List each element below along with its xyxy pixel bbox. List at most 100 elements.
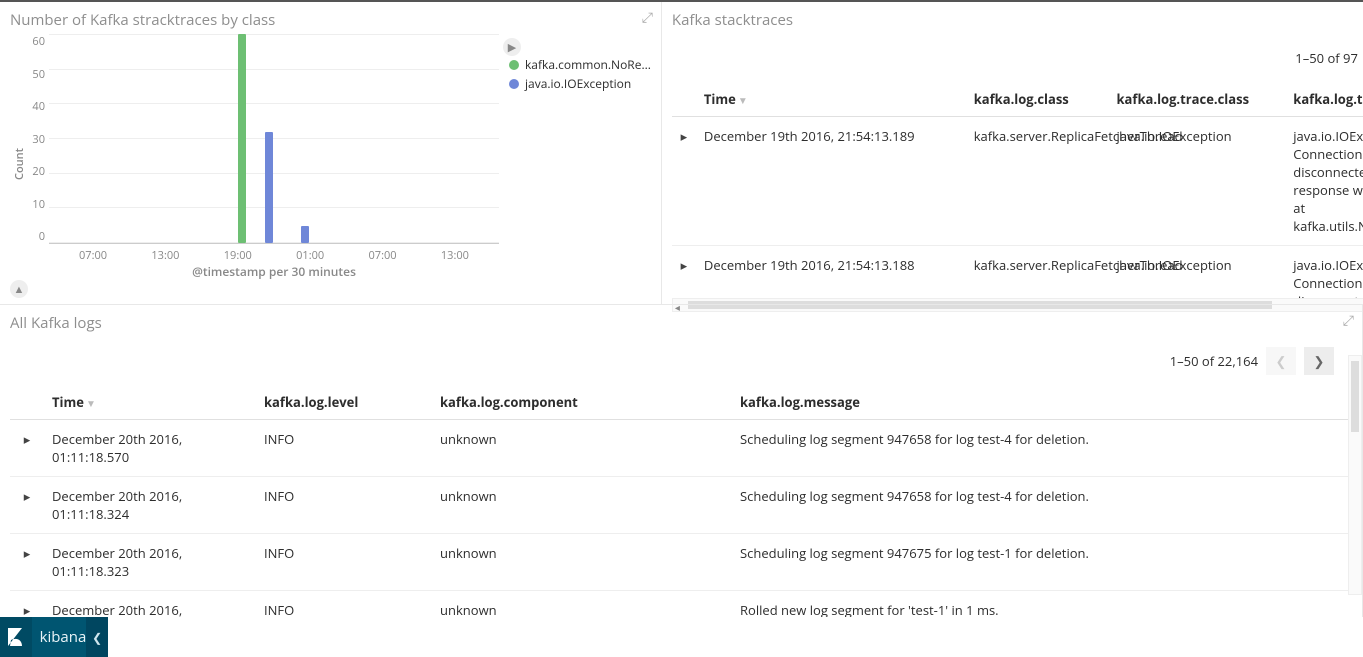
logs-table: Time▼ kafka.log.level kafka.log.componen…	[10, 385, 1352, 617]
cell-class: kafka.server.ReplicaFetcherThread	[966, 117, 1109, 246]
cell-time: December 20th 2016, 01:11:18.324	[44, 477, 256, 534]
pager-label: 1–50 of 97	[1295, 49, 1358, 67]
footer-chevron-icon[interactable]: ❮	[86, 617, 108, 657]
table-row[interactable]: ▸December 20th 2016, 01:11:18.570INFOunk…	[10, 420, 1352, 477]
row-expand-icon[interactable]: ▸	[10, 591, 44, 618]
cell-component: unknown	[432, 420, 732, 477]
cell-component: unknown	[432, 591, 732, 618]
sort-caret-icon: ▼	[738, 93, 748, 107]
cell-trace-class: java.io.IOException	[1109, 246, 1286, 299]
legend-label: java.io.IOException	[525, 75, 631, 92]
xtick: 07:00	[369, 248, 397, 263]
ytick: 30	[29, 132, 45, 147]
column-header-time[interactable]: Time▼	[44, 385, 256, 420]
cell-trace-full: java.io.IOException: Connection to 0 was…	[1285, 117, 1363, 246]
chart-legend: ▶ kafka.common.NoRe... java.io.IOExcepti…	[499, 34, 651, 294]
ytick: 60	[29, 34, 45, 49]
table-row[interactable]: ▸December 20th 2016, 01:11:11.219INFOunk…	[10, 591, 1352, 618]
ytick: 10	[29, 197, 45, 212]
chart-bar[interactable]	[238, 34, 246, 243]
ytick: 0	[29, 229, 45, 244]
logs-panel-title: All Kafka logs	[10, 313, 1352, 333]
logs-pager: 1–50 of 22,164 ❮ ❯	[10, 337, 1352, 385]
cell-class: kafka.server.ReplicaFetcherThread	[966, 246, 1109, 299]
cell-time: December 20th 2016, 01:11:18.323	[44, 534, 256, 591]
ytick: 20	[29, 164, 45, 179]
cell-component: unknown	[432, 534, 732, 591]
plot-column: Count 60 50 40 30 20 10 0	[10, 34, 499, 294]
x-ticks: 07:00 13:00 19:00 01:00 07:00 13:00	[49, 244, 499, 263]
cell-level: INFO	[256, 477, 432, 534]
column-header-time[interactable]: Time▼	[696, 82, 966, 117]
pager-next-button[interactable]: ❯	[1304, 347, 1334, 375]
dashboard: Number of Kafka stracktraces by class ⤢ …	[0, 0, 1363, 617]
legend-item[interactable]: kafka.common.NoRe...	[509, 56, 651, 73]
xtick: 07:00	[79, 248, 107, 263]
legend-collapse-icon[interactable]: ▶	[503, 38, 521, 56]
column-header-component[interactable]: kafka.log.component	[432, 385, 732, 420]
cell-message: Rolled new log segment for 'test-1' in 1…	[732, 591, 1352, 618]
x-axis-label: @timestamp per 30 minutes	[49, 263, 499, 280]
row-expand-icon[interactable]: ▸	[10, 534, 44, 591]
sort-caret-icon: ▼	[86, 396, 96, 410]
legend-label: kafka.common.NoRe...	[525, 56, 651, 73]
logs-table-wrap: Time▼ kafka.log.level kafka.log.componen…	[10, 385, 1352, 617]
row-expand-icon[interactable]: ▸	[10, 420, 44, 477]
xtick: 13:00	[441, 248, 469, 263]
column-header-trace-full[interactable]: kafka.log.trace.full	[1285, 82, 1363, 117]
column-header-trace-class[interactable]: kafka.log.trace.class	[1109, 82, 1286, 117]
chart-bar[interactable]	[265, 132, 273, 243]
expand-icon[interactable]: ⤢	[642, 8, 653, 27]
chart-area: Count 60 50 40 30 20 10 0	[10, 34, 651, 294]
pager-label: 1–50 of 22,164	[1170, 352, 1258, 370]
cell-message: Scheduling log segment 947675 for log te…	[732, 534, 1352, 591]
table-row[interactable]: ▸December 19th 2016, 21:54:13.188kafka.s…	[672, 246, 1363, 299]
xtick: 13:00	[151, 248, 179, 263]
xtick: 19:00	[224, 248, 252, 263]
column-header-message[interactable]: kafka.log.message	[732, 385, 1352, 420]
row-expand-icon[interactable]: ▸	[672, 117, 696, 246]
ytick: 50	[29, 67, 45, 82]
logs-panel: All Kafka logs ⤢ 1–50 of 22,164 ❮ ❯	[0, 304, 1363, 617]
cell-level: INFO	[256, 534, 432, 591]
cell-level: INFO	[256, 420, 432, 477]
kibana-label: kibana	[32, 627, 87, 647]
plot-area[interactable]	[49, 34, 499, 244]
column-header-level[interactable]: kafka.log.level	[256, 385, 432, 420]
cell-time: December 19th 2016, 21:54:13.189	[696, 117, 966, 246]
vertical-scrollbar[interactable]	[1348, 355, 1362, 595]
cell-trace-class: java.io.IOException	[1109, 117, 1286, 246]
table-row[interactable]: ▸December 20th 2016, 01:11:18.323INFOunk…	[10, 534, 1352, 591]
top-row: Number of Kafka stracktraces by class ⤢ …	[0, 2, 1363, 304]
cell-message: Scheduling log segment 947658 for log te…	[732, 477, 1352, 534]
y-ticks: 60 50 40 30 20 10 0	[29, 34, 49, 244]
stacktraces-table: Time▼ kafka.log.class kafka.log.trace.cl…	[672, 82, 1363, 298]
xtick: 01:00	[296, 248, 324, 263]
legend-dot-icon	[509, 60, 519, 70]
table-row[interactable]: ▸December 20th 2016, 01:11:18.324INFOunk…	[10, 477, 1352, 534]
cell-message: Scheduling log segment 947658 for log te…	[732, 420, 1352, 477]
table-row[interactable]: ▸December 19th 2016, 21:54:13.189kafka.s…	[672, 117, 1363, 246]
kibana-logo-icon	[0, 617, 32, 657]
stacktraces-panel: Kafka stacktraces ⤢ 1–50 of 97 ❮ ❯	[662, 2, 1363, 304]
cell-time: December 20th 2016, 01:11:18.570	[44, 420, 256, 477]
cell-level: INFO	[256, 591, 432, 618]
scrollbar-thumb[interactable]	[1351, 361, 1359, 432]
row-expand-icon[interactable]: ▸	[10, 477, 44, 534]
legend-dot-icon	[509, 79, 519, 89]
expand-icon[interactable]: ⤢	[1343, 311, 1354, 330]
chart-bar[interactable]	[301, 226, 309, 243]
chart-panel: Number of Kafka stracktraces by class ⤢ …	[0, 2, 662, 304]
panel-collapse-icon[interactable]: ▲	[10, 280, 28, 298]
stacktraces-pager: 1–50 of 97 ❮ ❯	[672, 34, 1363, 82]
kibana-footer[interactable]: kibana ❮	[0, 617, 108, 657]
cell-component: unknown	[432, 477, 732, 534]
expand-column-header	[672, 82, 696, 117]
column-header-class[interactable]: kafka.log.class	[966, 82, 1109, 117]
cell-time: December 19th 2016, 21:54:13.188	[696, 246, 966, 299]
y-axis-label: Count	[10, 59, 29, 269]
row-expand-icon[interactable]: ▸	[672, 246, 696, 299]
chart-panel-title: Number of Kafka stracktraces by class	[10, 10, 651, 30]
legend-item[interactable]: java.io.IOException	[509, 75, 651, 92]
pager-prev-button[interactable]: ❮	[1266, 347, 1296, 375]
